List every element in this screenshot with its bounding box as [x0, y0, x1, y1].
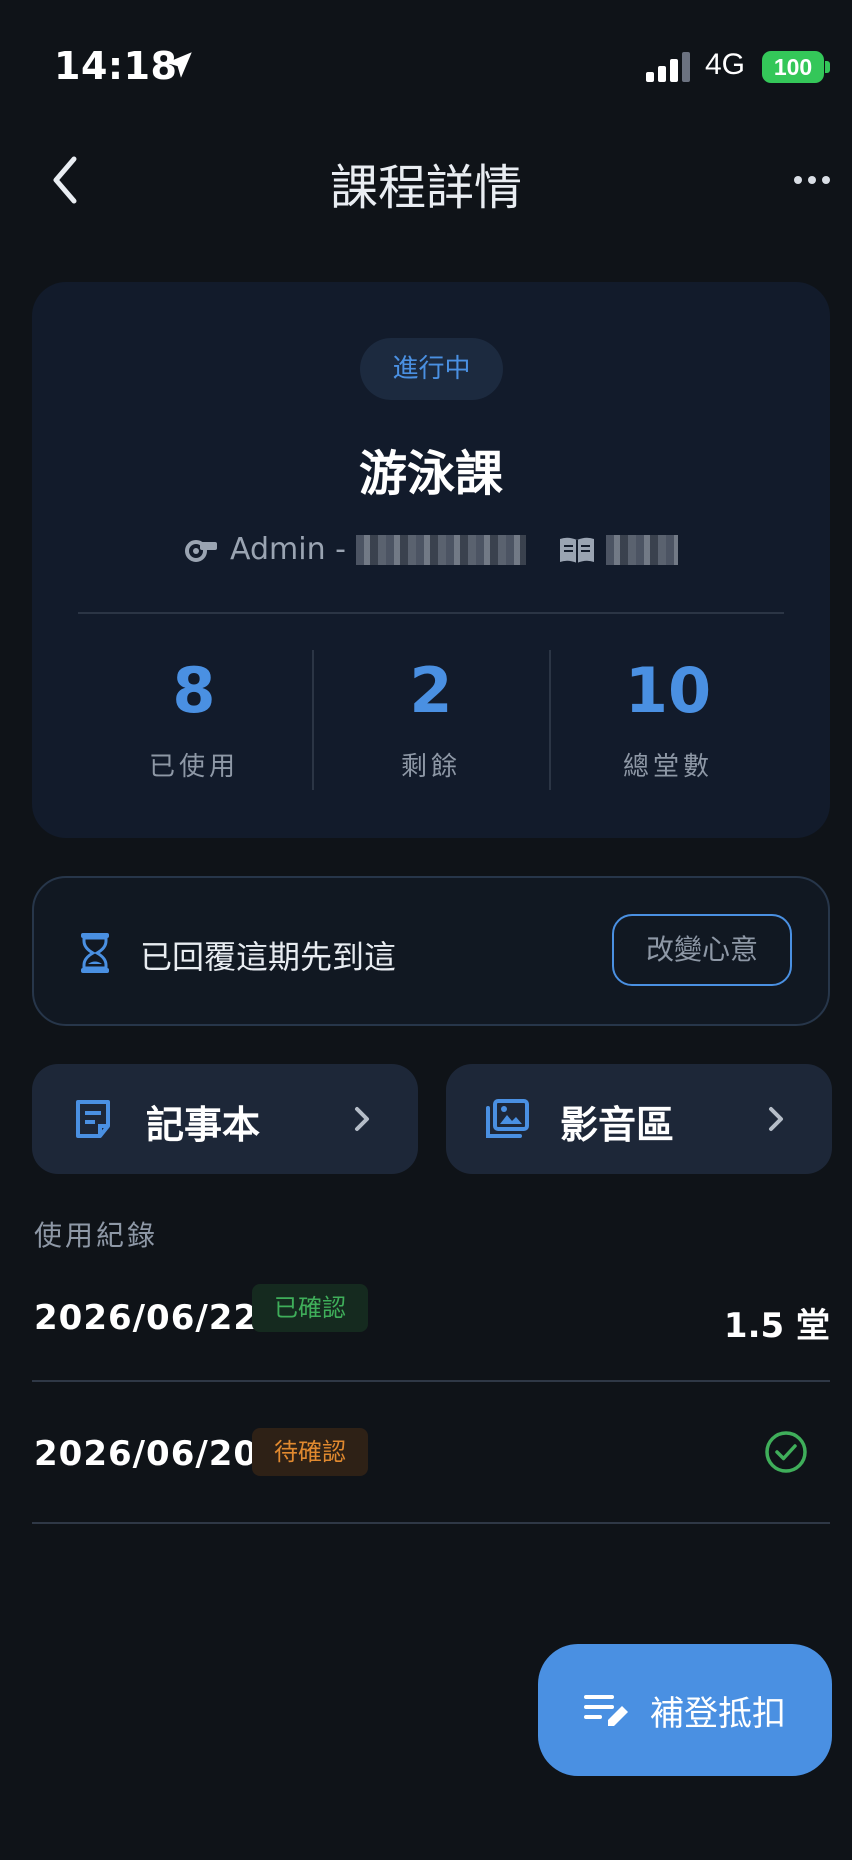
- chevron-right-icon: [355, 1107, 369, 1131]
- chevron-left-icon: [53, 156, 77, 204]
- location-arrow-icon: [166, 52, 192, 78]
- whistle-icon: [185, 539, 217, 562]
- media-gallery-button[interactable]: 影音區: [446, 1064, 832, 1174]
- card-divider: [78, 612, 784, 614]
- course-status-badge: 進行中: [360, 338, 503, 400]
- chevron-right-icon: [769, 1107, 783, 1131]
- notebook-icon: [76, 1100, 110, 1138]
- course-title: 游泳課: [358, 446, 503, 502]
- stat-remaining-label: 剩餘: [400, 752, 461, 782]
- more-dot-icon: [822, 176, 830, 184]
- more-options-button[interactable]: [786, 160, 838, 200]
- record-status-badge: 已確認: [252, 1284, 368, 1332]
- confirm-check-icon[interactable]: [764, 1430, 808, 1474]
- record-status-badge: 待確認: [252, 1428, 368, 1476]
- record-amount: 1.5 堂: [723, 1306, 830, 1346]
- usage-record-row[interactable]: 2026/06/20 待確認: [32, 1382, 830, 1524]
- change-mind-button[interactable]: 改變心意: [612, 914, 792, 986]
- battery-indicator: 100: [762, 51, 824, 83]
- stat-total: 10 總堂數: [550, 654, 786, 783]
- network-type: 4G: [705, 48, 746, 81]
- coach-name: Admin -: [230, 532, 346, 567]
- more-dot-icon: [794, 176, 802, 184]
- status-bar: 14:18 4G 100: [0, 0, 852, 130]
- usage-record-row[interactable]: 2026/06/22 已確認 1.5 堂: [32, 1258, 830, 1382]
- stat-used: 8 已使用: [76, 654, 312, 783]
- stat-total-label: 總堂數: [622, 752, 713, 782]
- stat-total-value: 10: [624, 654, 712, 727]
- renew-status-text: 已回覆這期先到這: [140, 938, 397, 976]
- record-date: 2026/06/20: [34, 1434, 259, 1474]
- list-edit-icon: [584, 1695, 628, 1726]
- book-icon: [559, 537, 594, 563]
- redacted-course-name: [605, 534, 678, 565]
- notebook-label: 記事本: [146, 1103, 261, 1147]
- record-date: 2026/06/22: [34, 1298, 259, 1338]
- usage-history-title: 使用紀錄: [34, 1219, 159, 1252]
- stat-remaining: 2 剩餘: [313, 654, 549, 783]
- hourglass-icon: [81, 933, 109, 973]
- stat-used-value: 8: [172, 654, 216, 727]
- stat-remaining-value: 2: [409, 654, 453, 727]
- notebook-button[interactable]: 記事本: [32, 1064, 418, 1174]
- page-title: 課程詳情: [329, 160, 522, 216]
- more-dot-icon: [808, 176, 816, 184]
- renew-status-card: 已回覆這期先到這 改變心意: [32, 876, 830, 1026]
- course-summary-card: 進行中 游泳課 Admin - 8 已使用 2 剩餘 10 總堂數: [32, 282, 830, 838]
- media-gallery-label: 影音區: [560, 1103, 675, 1147]
- fab-label: 補登抵扣: [650, 1693, 786, 1734]
- cellular-signal-icon: [646, 52, 690, 82]
- back-button[interactable]: [40, 150, 90, 210]
- gallery-icon: [486, 1099, 529, 1138]
- course-meta: Admin -: [32, 532, 830, 567]
- stat-used-label: 已使用: [148, 752, 239, 782]
- makeup-deduction-fab[interactable]: 補登抵扣: [538, 1644, 832, 1776]
- status-time: 14:18: [54, 44, 178, 88]
- battery-tip: [825, 61, 830, 73]
- redacted-coach-name: [355, 534, 526, 565]
- course-detail-screen: 14:18 4G 100 課程詳情 進行中 游泳課 Admin - 8 已使用 …: [0, 0, 852, 1860]
